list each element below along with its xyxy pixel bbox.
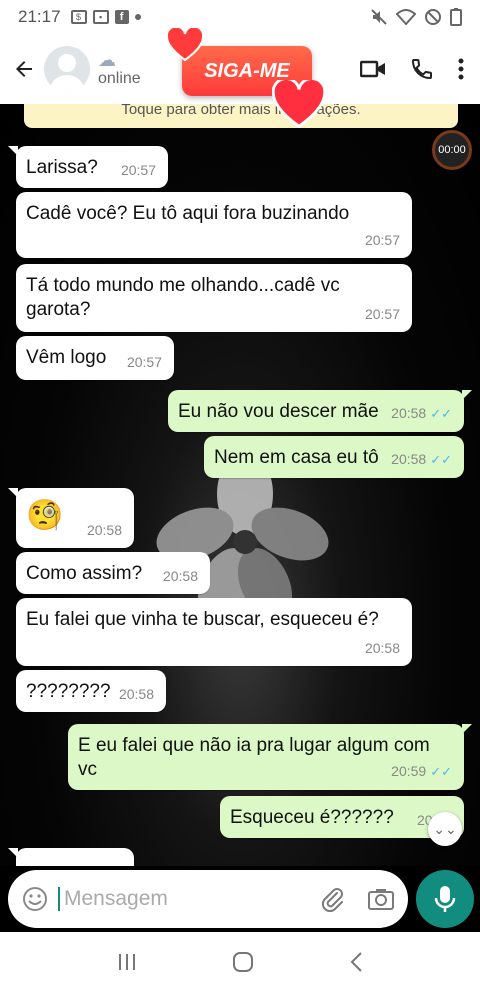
message-text: Cadê você? Eu tô aqui fora buzinando xyxy=(26,203,350,224)
message-time: 20:57 xyxy=(126,354,162,370)
message-meta: 20:58 ✓✓ xyxy=(391,447,452,472)
message-input-box[interactable] xyxy=(8,870,408,928)
heart-icon xyxy=(272,80,326,129)
message-text: Vêm logo xyxy=(26,347,107,368)
read-receipt-icon: ✓✓ xyxy=(430,406,452,421)
emoji-icon[interactable] xyxy=(22,886,48,912)
camera-icon[interactable] xyxy=(368,887,394,911)
message-meta: 20:58 ✓✓ xyxy=(391,401,452,426)
message-bubble-in[interactable]: ???????? 20:58 xyxy=(16,670,166,712)
message-emoji: 🧐 xyxy=(26,499,64,532)
wifi-icon xyxy=(396,9,416,26)
message-bubble-out[interactable]: Eu não vou descer mãe 20:58 ✓✓ xyxy=(168,390,472,432)
heart-icon xyxy=(166,28,204,62)
message-bubble-in[interactable]: Como assim? 20:58 xyxy=(16,552,210,594)
contact-info[interactable]: ☁ online xyxy=(98,50,141,88)
composer-bar xyxy=(0,866,480,932)
timer-badge: 00:00 xyxy=(432,130,472,170)
message-text: Esqueceu é?????? xyxy=(230,807,394,828)
message-meta: 20:59 ✓✓ xyxy=(391,759,452,784)
image-notification-icon: ▪ xyxy=(92,10,109,24)
battery-icon xyxy=(450,8,462,26)
chat-area[interactable]: Toque para obter mais informações. 00:00… xyxy=(0,104,480,866)
contact-avatar[interactable] xyxy=(44,46,90,92)
money-notification-icon: $ xyxy=(70,10,87,24)
message-bubble-in[interactable]: Eu falei que vinha te buscar, esqueceu é… xyxy=(16,598,412,666)
back-nav-icon[interactable] xyxy=(349,951,363,973)
attach-icon[interactable] xyxy=(320,886,346,912)
read-receipt-icon: ✓✓ xyxy=(430,764,452,779)
message-text: ???????? xyxy=(26,681,111,702)
message-time: 20:58 xyxy=(162,568,198,584)
do-not-disturb-icon xyxy=(425,9,441,25)
mute-icon xyxy=(371,9,387,25)
message-time: 20:58 xyxy=(118,686,154,702)
more-options-icon[interactable] xyxy=(458,58,464,80)
arrow-left-icon xyxy=(16,61,32,77)
chevron-down-icon: ⌄⌄ xyxy=(433,821,457,837)
message-time: 20:58 xyxy=(364,640,400,656)
message-bubble-in-partial[interactable] xyxy=(8,848,134,866)
message-bubble-out[interactable]: E eu falei que não ia pra lugar algum co… xyxy=(68,724,472,790)
system-nav-bar xyxy=(0,932,480,992)
status-bar: 21:17 $ ▪ f xyxy=(0,0,480,34)
message-text: Tá todo mundo me olhando...cadê vc garot… xyxy=(26,275,340,320)
contact-status: online xyxy=(98,70,141,87)
status-time: 21:17 xyxy=(18,7,61,26)
message-time: 20:57 xyxy=(364,306,400,322)
microphone-icon xyxy=(434,886,456,912)
voice-call-icon[interactable] xyxy=(410,57,434,81)
message-input[interactable] xyxy=(58,887,298,911)
video-call-icon[interactable] xyxy=(360,59,386,79)
message-bubble-out[interactable]: Nem em casa eu tô 20:58 ✓✓ xyxy=(204,436,464,478)
home-icon[interactable] xyxy=(232,951,254,973)
message-bubble-in[interactable]: Vêm logo 20:57 xyxy=(16,336,174,380)
message-text: Eu falei que vinha te buscar, esqueceu é… xyxy=(26,609,379,630)
info-notice[interactable]: Toque para obter mais informações. xyxy=(24,104,458,128)
recent-apps-icon[interactable] xyxy=(117,953,137,971)
message-text: Como assim? xyxy=(26,563,143,584)
more-notifications-icon xyxy=(134,14,141,20)
message-bubble-in[interactable]: Larissa? 20:57 xyxy=(8,146,168,188)
message-text: Eu não vou descer mãe xyxy=(178,401,379,422)
message-bubble-in[interactable]: 🧐 20:58 xyxy=(8,488,134,548)
message-text: Nem em casa eu tô xyxy=(214,447,379,468)
read-receipt-icon: ✓✓ xyxy=(430,452,452,467)
message-bubble-in[interactable]: Cadê você? Eu tô aqui fora buzinando 20:… xyxy=(16,192,412,258)
facebook-notification-icon: f xyxy=(114,10,129,24)
message-text: Larissa? xyxy=(26,157,98,178)
message-bubble-in[interactable]: Tá todo mundo me olhando...cadê vc garot… xyxy=(16,264,412,332)
message-time: 20:57 xyxy=(120,162,156,178)
scroll-down-button[interactable]: ⌄⌄ xyxy=(428,812,462,846)
back-button[interactable] xyxy=(4,49,44,89)
message-time: 20:58 xyxy=(86,522,122,538)
cloud-emoji-icon: ☁ xyxy=(98,50,116,70)
microphone-button[interactable] xyxy=(416,870,474,928)
message-time: 20:57 xyxy=(364,232,400,248)
